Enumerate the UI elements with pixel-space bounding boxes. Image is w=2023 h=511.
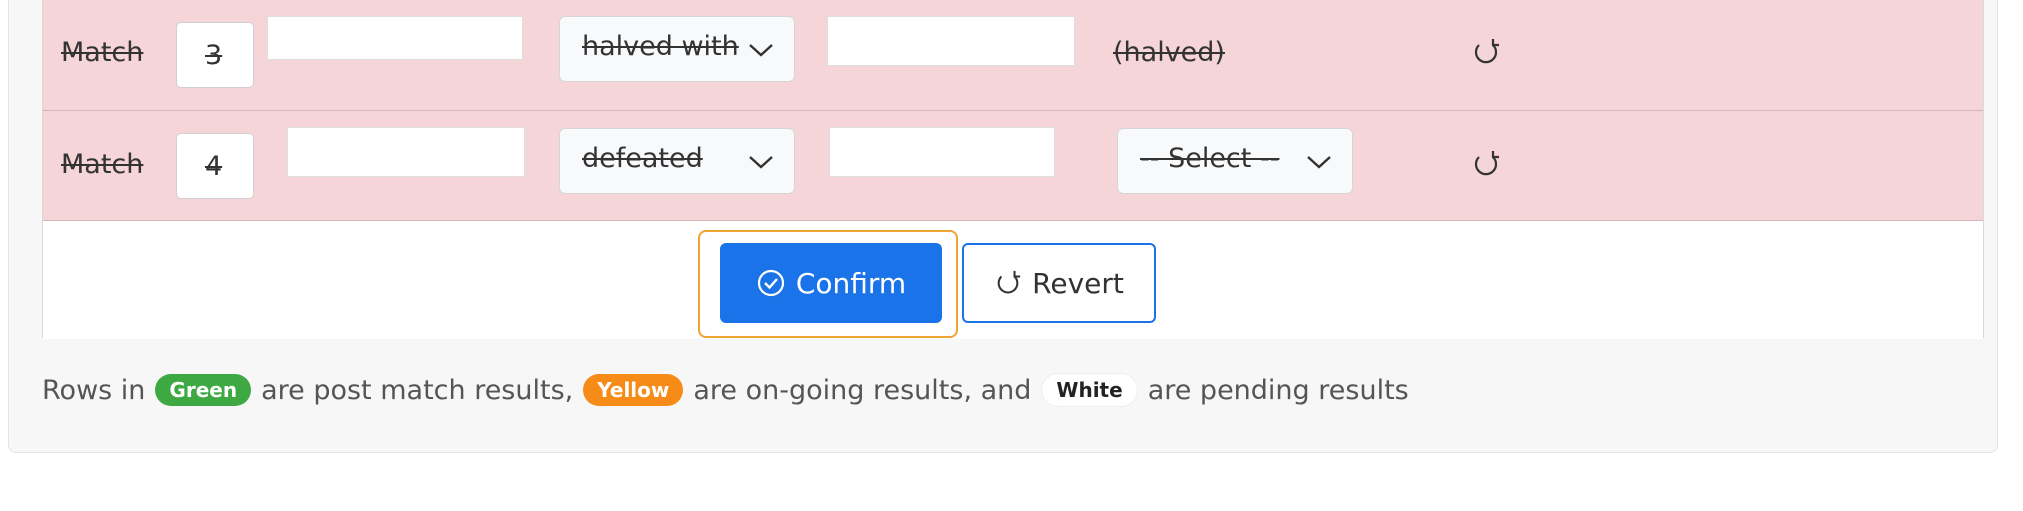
player-a-field[interactable] <box>267 16 523 60</box>
outcome-select[interactable]: -- Select -- <box>1117 128 1353 194</box>
match-label: Match <box>61 37 144 68</box>
result-select-value: defeated <box>582 143 703 174</box>
match-number-value: 3 <box>205 39 223 71</box>
match-number: 4 <box>176 133 254 199</box>
yellow-badge: Yellow <box>583 374 684 406</box>
chevron-down-icon <box>749 156 773 169</box>
outcome-select-value: -- Select -- <box>1140 143 1280 174</box>
revert-label: Revert <box>1032 266 1124 300</box>
chevron-down-icon <box>749 44 773 57</box>
white-badge: White <box>1041 373 1138 407</box>
confirm-button[interactable]: Confirm <box>720 243 942 323</box>
check-circle-icon <box>757 269 784 297</box>
match-label: Match <box>61 149 144 180</box>
table-row: Match 4 defeated -- Select -- <box>43 111 1983 221</box>
result-select-value: halved with <box>582 31 739 62</box>
player-b-field[interactable] <box>829 127 1055 177</box>
refresh-icon[interactable] <box>1471 37 1501 67</box>
legend-prefix: Rows in <box>42 374 146 406</box>
outcome-text: (halved) <box>1113 37 1225 68</box>
result-select[interactable]: halved with <box>559 16 795 82</box>
match-number-value: 4 <box>205 150 223 182</box>
green-badge: Green <box>155 374 252 406</box>
legend-text-green: are post match results, <box>261 374 574 406</box>
refresh-icon <box>997 270 1021 294</box>
table-row: Match 3 halved with (halved) <box>43 0 1983 111</box>
legend-text-white: are pending results <box>1147 374 1409 406</box>
refresh-icon[interactable] <box>1471 149 1501 179</box>
legend: Rows in Green are post match results, Ye… <box>42 370 1409 410</box>
chevron-down-icon <box>1307 156 1331 169</box>
player-a-field[interactable] <box>287 127 525 177</box>
confirm-label: Confirm <box>795 266 907 300</box>
match-number: 3 <box>176 22 254 88</box>
result-select[interactable]: defeated <box>559 128 795 194</box>
legend-text-yellow: are on-going results, and <box>693 374 1032 406</box>
revert-button[interactable]: Revert <box>962 243 1156 323</box>
player-b-field[interactable] <box>827 16 1075 66</box>
